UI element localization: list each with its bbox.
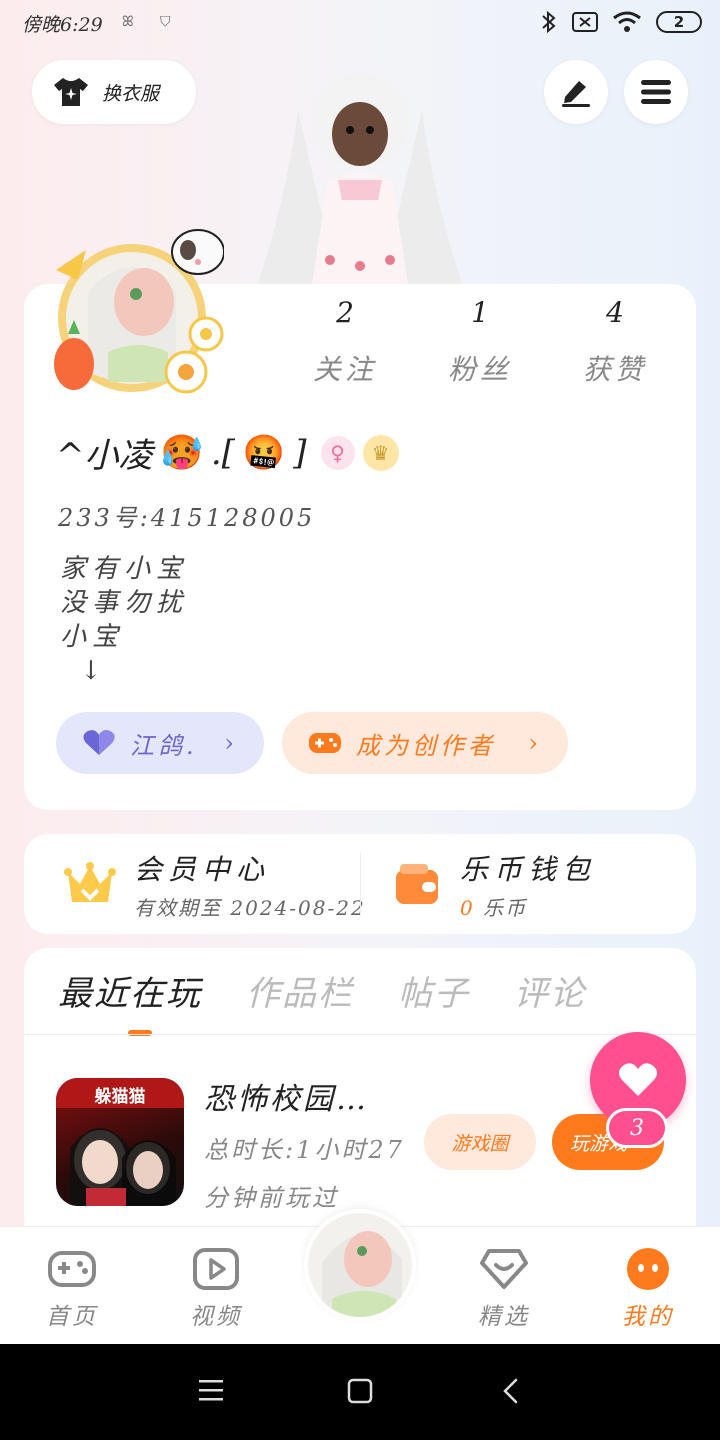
nav-featured-label: 精选 — [478, 1304, 530, 1330]
stat-fans-count: 1 — [471, 296, 489, 329]
chevron-right-icon: › — [224, 729, 238, 757]
divider — [24, 1034, 696, 1035]
tab-works[interactable]: 作品栏 — [246, 966, 354, 1015]
menu-button[interactable] — [624, 60, 688, 124]
bluetooth-icon — [542, 10, 556, 34]
heart-icon — [83, 730, 115, 755]
status-right: 2 — [540, 10, 702, 34]
favorite-count-badge: 3 — [606, 1108, 668, 1148]
nav-mine[interactable]: 我的 — [598, 1247, 698, 1331]
wallet[interactable]: 乐币钱包 0 乐币 — [394, 834, 596, 934]
wifi-icon — [613, 11, 641, 32]
bottom-nav: 首页 视频 精选 我的 — [0, 1209, 720, 1344]
stat-likes[interactable]: 4 获赞 — [560, 296, 670, 388]
bio: 家有小宝 没事勿扰 小宝 ↓ — [60, 552, 188, 688]
status-bar: 傍晚6:29 ꕤ ⛉ 2 — [0, 0, 720, 48]
gamepad-icon — [309, 733, 341, 753]
change-outfit-label: 换衣服 — [102, 82, 160, 105]
bio-line: 小宝 — [60, 622, 125, 652]
change-outfit-button[interactable]: 换衣服 — [32, 60, 196, 124]
sim-off-icon — [572, 12, 598, 32]
tab-comments[interactable]: 评论 — [514, 966, 586, 1015]
gamepad-icon — [48, 1251, 96, 1287]
back-icon[interactable] — [502, 1378, 520, 1404]
game-icon[interactable]: 躲猫猫 — [56, 1078, 184, 1206]
wallet-icon — [396, 864, 438, 904]
active-tab-indicator — [128, 1030, 152, 1036]
heart-box-icon — [480, 1249, 528, 1289]
shield-icon: ⛉ — [160, 14, 171, 30]
play-icon — [193, 1248, 239, 1290]
nickname-bracket-open: .[ — [210, 432, 235, 473]
tab-recently-played[interactable]: 最近在玩 — [58, 966, 202, 1015]
stat-fans-label: 粉丝 — [447, 353, 512, 386]
bio-line: ↓ — [80, 656, 108, 686]
cursing-face-emoji: 🤬 — [242, 432, 286, 473]
avatar-3d-figure[interactable] — [218, 70, 502, 284]
vip-crown-icon — [64, 862, 116, 902]
nickname-row: ^小凌 🥵 .[ 🤬 ] ♀ ♛ — [56, 428, 399, 477]
stat-following-count: 2 — [336, 296, 354, 329]
recents-icon[interactable] — [198, 1378, 224, 1402]
profile-avatar[interactable] — [48, 222, 225, 398]
become-creator-button[interactable]: 成为创作者 › — [282, 712, 568, 774]
stat-fans[interactable]: 1 粉丝 — [425, 296, 535, 388]
wallet-unit: 乐币 — [483, 895, 528, 920]
nav-video[interactable]: 视频 — [166, 1247, 266, 1331]
game-playtime: 总时长:1小时27分钟前玩过 — [204, 1136, 405, 1212]
nickname: ^小凌 — [56, 436, 153, 476]
member-center[interactable]: 会员中心 有效期至 2024-08-22 — [64, 834, 366, 934]
badge-pill-button[interactable]: 江鸽. › — [56, 712, 264, 774]
member-center-title: 会员中心 — [134, 852, 271, 886]
bio-line: 没事勿扰 — [60, 588, 189, 618]
nav-home[interactable]: 首页 — [22, 1247, 122, 1331]
nav-avatar[interactable] — [304, 1209, 416, 1321]
menu-icon — [641, 80, 671, 104]
wallet-amount: 0 — [460, 895, 475, 920]
status-time: 傍晚6:29 — [22, 14, 103, 36]
game-icon-title: 躲猫猫 — [94, 1087, 146, 1107]
stat-following[interactable]: 2 关注 — [290, 296, 400, 388]
crown-icon[interactable]: ♛ — [362, 434, 399, 471]
wallet-title: 乐币钱包 — [460, 852, 597, 886]
wind-icon: ꕤ — [122, 14, 134, 30]
edit-profile-button[interactable] — [544, 60, 608, 124]
badge-pill-label: 江鸽. — [130, 731, 198, 760]
home-icon[interactable] — [347, 1378, 373, 1404]
shirt-icon — [54, 78, 88, 106]
nav-mine-label: 我的 — [622, 1304, 674, 1330]
bio-line: 家有小宝 — [60, 554, 189, 584]
divider — [360, 852, 361, 916]
nav-video-label: 视频 — [190, 1304, 242, 1330]
stat-likes-label: 获赞 — [582, 353, 647, 386]
face-icon — [627, 1248, 669, 1290]
hot-face-emoji: 🥵 — [160, 432, 203, 473]
user-id: 233号:415128005 — [58, 504, 316, 532]
member-expiry: 有效期至 2024-08-22 — [134, 895, 366, 920]
battery-indicator: 2 — [656, 11, 702, 33]
chevron-right-icon: › — [528, 729, 542, 757]
stat-following-label: 关注 — [312, 353, 377, 386]
member-wallet-card: 会员中心 有效期至 2024-08-22 乐币钱包 0 乐币 — [24, 834, 696, 934]
heart-icon — [618, 1063, 658, 1096]
nav-home-label: 首页 — [46, 1304, 98, 1330]
nickname-bracket-close: ] — [293, 432, 307, 473]
edit-icon — [562, 81, 590, 107]
system-nav-bar — [0, 1344, 720, 1440]
become-creator-label: 成为创作者 — [356, 731, 496, 760]
profile-tabs: 最近在玩 作品栏 帖子 评论 — [58, 966, 586, 1015]
stat-likes-count: 4 — [606, 296, 624, 329]
game-title[interactable]: 恐怖校园… — [204, 1074, 369, 1118]
profile-stats: 2 关注 1 粉丝 4 获赞 — [290, 296, 670, 388]
tab-posts[interactable]: 帖子 — [398, 966, 470, 1015]
nav-featured[interactable]: 精选 — [454, 1247, 554, 1331]
female-icon: ♀ — [320, 435, 355, 470]
game-circle-button[interactable]: 游戏圈 — [424, 1114, 536, 1170]
